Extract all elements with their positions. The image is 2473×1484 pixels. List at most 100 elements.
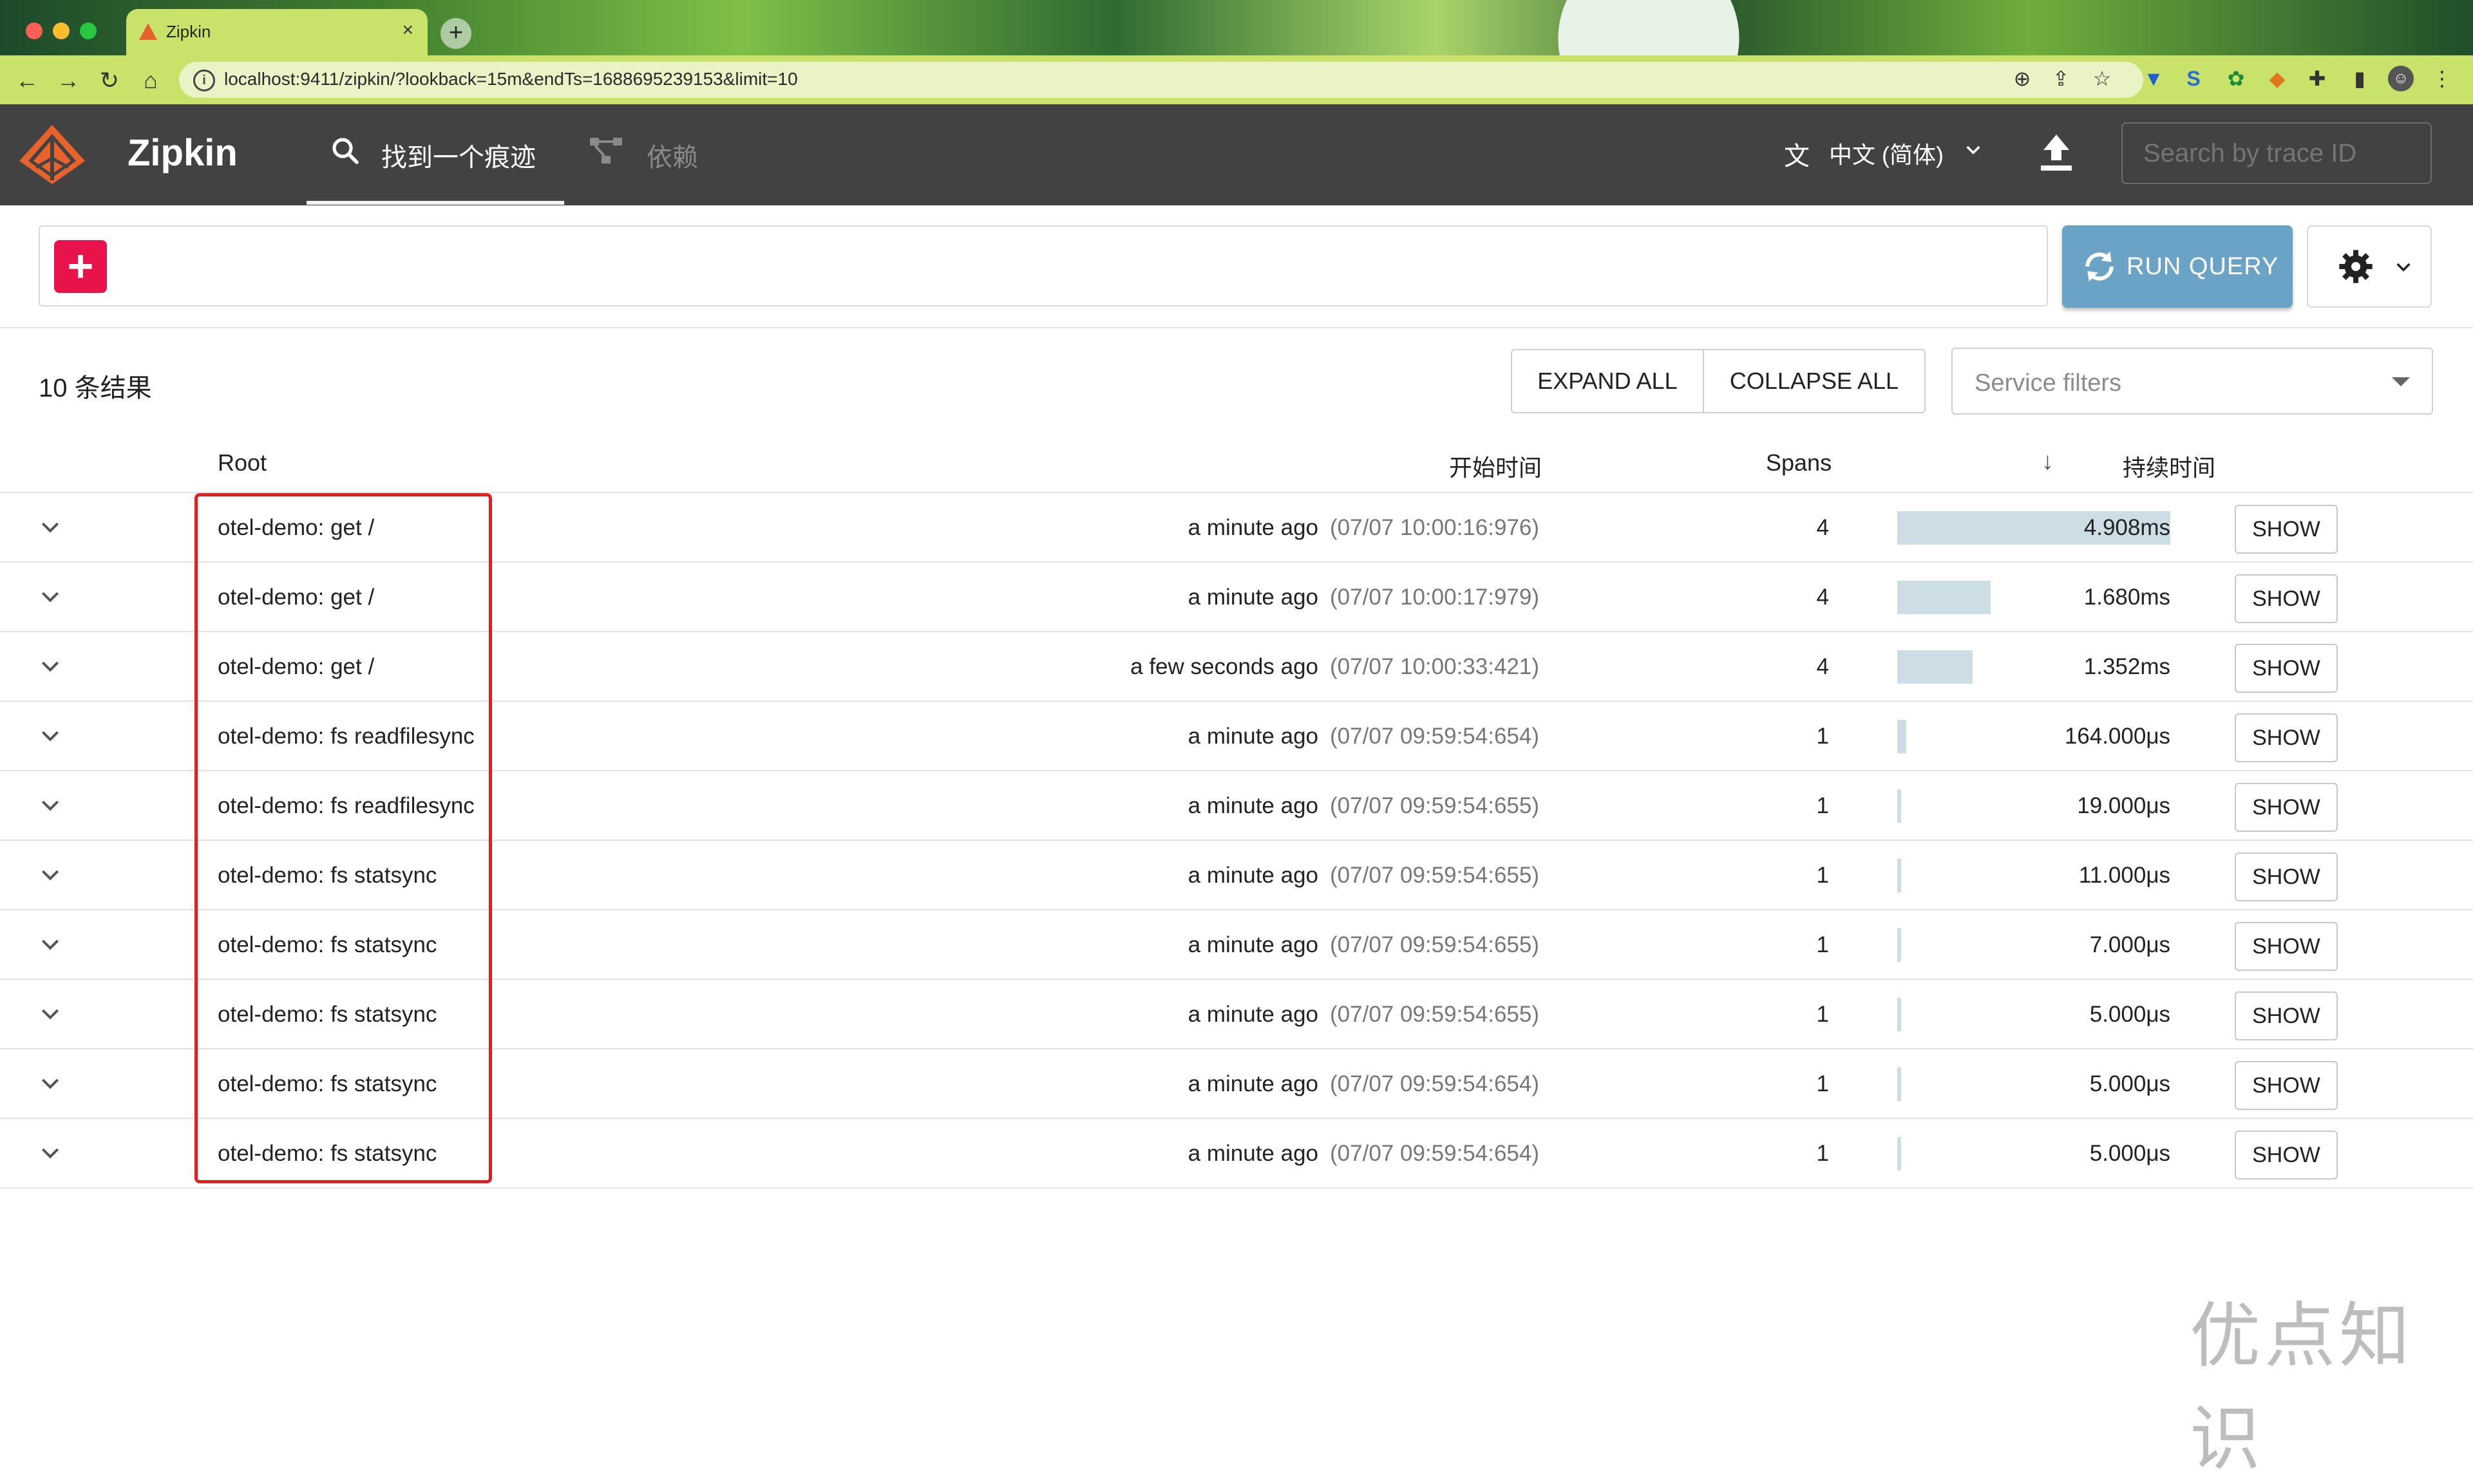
browser-tab[interactable]: Zipkin × bbox=[126, 9, 428, 55]
expand-row-chevron-icon[interactable] bbox=[37, 931, 63, 957]
settings-dropdown-button[interactable] bbox=[2307, 225, 2432, 308]
start-time: a minute ago (07/07 09:59:54:655) bbox=[1188, 932, 1539, 958]
duration-bar bbox=[1897, 650, 1973, 684]
forward-arrow-icon[interactable]: → bbox=[54, 67, 82, 94]
tab-find-trace-label: 找到一个痕迹 bbox=[381, 144, 536, 172]
column-header-duration-label: 持续时间 bbox=[2123, 455, 2216, 481]
expand-all-button[interactable]: EXPAND ALL bbox=[1511, 349, 1704, 413]
search-icon bbox=[332, 138, 359, 164]
column-header-start-time[interactable]: 开始时间 bbox=[1449, 449, 1542, 483]
zoom-icon[interactable]: ⊕ bbox=[2009, 66, 2035, 91]
show-trace-button[interactable]: SHOW bbox=[2235, 991, 2338, 1040]
show-trace-button[interactable]: SHOW bbox=[2235, 505, 2338, 554]
expand-row-chevron-icon[interactable] bbox=[37, 653, 63, 679]
trace-id-search-input[interactable] bbox=[2121, 122, 2432, 184]
duration-bar bbox=[1897, 1067, 1901, 1101]
show-trace-button[interactable]: SHOW bbox=[2235, 783, 2338, 832]
column-header-root[interactable]: Root bbox=[218, 449, 267, 476]
span-count: 1 bbox=[1816, 863, 1829, 888]
show-trace-button[interactable]: SHOW bbox=[2235, 574, 2338, 623]
add-criteria-button[interactable]: + bbox=[54, 240, 107, 293]
window-maximize-button[interactable] bbox=[80, 23, 97, 39]
query-criteria-box[interactable] bbox=[39, 225, 2048, 306]
chevron-down-icon bbox=[1966, 146, 1980, 155]
sort-descending-arrow-icon: ↓ bbox=[2042, 448, 2054, 475]
start-time: a few seconds ago (07/07 10:00:33:421) bbox=[1130, 654, 1539, 680]
column-header-spans[interactable]: Spans bbox=[1766, 449, 1832, 476]
show-trace-button[interactable]: SHOW bbox=[2235, 852, 2338, 901]
expand-row-chevron-icon[interactable] bbox=[37, 1140, 63, 1165]
extensions-puzzle-icon[interactable]: ✚ bbox=[2304, 66, 2330, 91]
expand-row-chevron-icon[interactable] bbox=[37, 583, 63, 609]
share-icon[interactable]: ⇪ bbox=[2048, 66, 2074, 91]
expand-row-chevron-icon[interactable] bbox=[37, 514, 63, 540]
start-time-relative: a minute ago bbox=[1188, 1071, 1319, 1096]
service-filters-select[interactable]: Service filters bbox=[1951, 348, 2433, 415]
site-info-icon[interactable]: i bbox=[193, 70, 215, 91]
upload-icon[interactable] bbox=[2038, 132, 2074, 173]
start-time-absolute: (07/07 10:00:16:976) bbox=[1330, 515, 1539, 540]
start-time: a minute ago (07/07 09:59:54:655) bbox=[1188, 863, 1539, 888]
gear-icon bbox=[2339, 250, 2373, 283]
home-icon[interactable]: ⌂ bbox=[137, 67, 165, 94]
start-time-absolute: (07/07 09:59:54:655) bbox=[1330, 932, 1539, 957]
run-query-button[interactable]: RUN QUERY bbox=[2062, 225, 2293, 308]
zipkin-logo-icon[interactable] bbox=[17, 122, 88, 187]
span-count: 4 bbox=[1816, 515, 1829, 540]
start-time-relative: a minute ago bbox=[1188, 1002, 1319, 1027]
new-tab-button[interactable]: + bbox=[441, 18, 471, 49]
start-time-relative: a minute ago bbox=[1188, 1141, 1319, 1166]
extension-metamask-icon[interactable]: ◆ bbox=[2264, 66, 2290, 91]
extension-vue-icon[interactable]: ▼ bbox=[2141, 66, 2166, 91]
bookmark-star-icon[interactable]: ☆ bbox=[2089, 66, 2115, 91]
back-arrow-icon[interactable]: ← bbox=[13, 67, 41, 94]
duration-bar bbox=[1897, 1137, 1901, 1170]
start-time: a minute ago (07/07 10:00:17:979) bbox=[1188, 585, 1539, 610]
window-close-button[interactable] bbox=[26, 23, 43, 39]
show-trace-button[interactable]: SHOW bbox=[2235, 1061, 2338, 1110]
service-filters-placeholder: Service filters bbox=[1975, 370, 2122, 397]
start-time-relative: a minute ago bbox=[1188, 932, 1319, 957]
show-trace-button[interactable]: SHOW bbox=[2235, 644, 2338, 693]
annotation-highlight-box bbox=[194, 493, 492, 1183]
duration-bar bbox=[1897, 998, 1901, 1031]
browser-tab-title: Zipkin bbox=[166, 22, 211, 41]
window-minimize-button[interactable] bbox=[53, 23, 70, 39]
duration-value: 4.908ms bbox=[2083, 515, 2170, 540]
start-time: a minute ago (07/07 09:59:54:654) bbox=[1188, 1071, 1539, 1097]
expand-row-chevron-icon[interactable] bbox=[37, 861, 63, 887]
duration-value: 7.000μs bbox=[2089, 932, 2170, 957]
reload-icon[interactable]: ↻ bbox=[95, 67, 124, 94]
expand-row-chevron-icon[interactable] bbox=[37, 792, 63, 818]
extension-s-icon[interactable]: S bbox=[2181, 66, 2206, 91]
show-trace-button[interactable]: SHOW bbox=[2235, 922, 2338, 971]
tab-close-icon[interactable]: × bbox=[402, 19, 413, 41]
show-trace-button[interactable]: SHOW bbox=[2235, 713, 2338, 762]
run-query-label: RUN QUERY bbox=[2127, 253, 2279, 280]
extension-translate-icon[interactable]: ✿ bbox=[2223, 66, 2249, 91]
browser-menu-icon[interactable]: ⋮ bbox=[2429, 66, 2455, 91]
duration-value: 5.000μs bbox=[2089, 1002, 2170, 1027]
profile-avatar[interactable]: ☺ bbox=[2388, 66, 2414, 91]
duration-value: 11.000μs bbox=[2078, 863, 2170, 888]
dependencies-graph-icon bbox=[590, 138, 622, 164]
start-time-absolute: (07/07 09:59:54:655) bbox=[1330, 1002, 1539, 1027]
expand-row-chevron-icon[interactable] bbox=[37, 1070, 63, 1096]
start-time-absolute: (07/07 09:59:54:655) bbox=[1330, 863, 1539, 888]
duration-value: 5.000μs bbox=[2089, 1071, 2170, 1096]
active-tab-indicator bbox=[307, 201, 564, 205]
expand-row-chevron-icon[interactable] bbox=[37, 722, 63, 748]
sidebar-toggle-icon[interactable]: ▮ bbox=[2347, 66, 2373, 91]
zipkin-favicon-icon bbox=[139, 23, 157, 40]
span-count: 1 bbox=[1816, 1002, 1829, 1027]
expand-row-chevron-icon[interactable] bbox=[37, 1000, 63, 1026]
span-count: 4 bbox=[1816, 654, 1829, 679]
duration-bar bbox=[1897, 859, 1901, 892]
start-time-relative: a minute ago bbox=[1188, 724, 1319, 749]
show-trace-button[interactable]: SHOW bbox=[2235, 1131, 2338, 1179]
address-bar[interactable]: i localhost:9411/zipkin/?lookback=15m&en… bbox=[179, 62, 2143, 98]
collapse-all-button[interactable]: COLLAPSE ALL bbox=[1703, 349, 1926, 413]
results-count: 10 条结果 bbox=[39, 374, 152, 402]
duration-value: 164.000μs bbox=[2064, 724, 2170, 749]
translate-icon: 文 bbox=[1784, 142, 1810, 171]
